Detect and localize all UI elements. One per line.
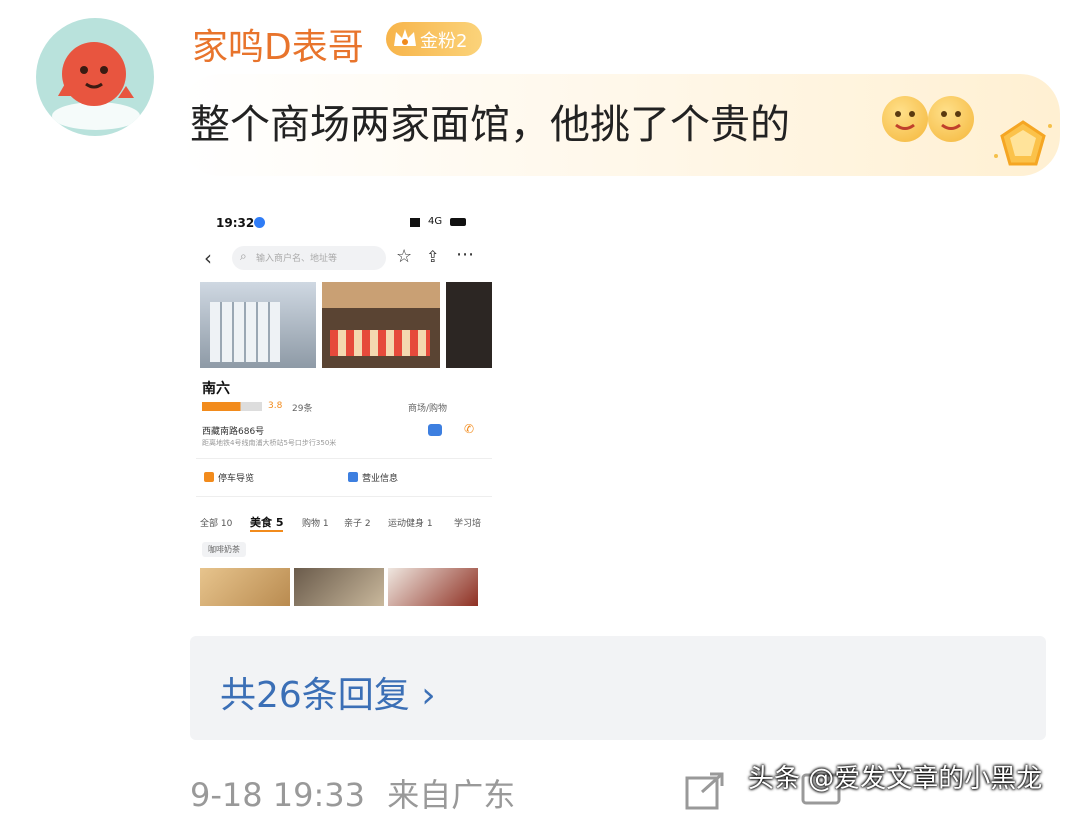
tab-family[interactable]: 亲子 2: [344, 516, 371, 529]
post-meta: 9-18 19:33 来自广东: [190, 770, 515, 816]
replies-link[interactable]: 共26条回复 ›: [220, 666, 436, 718]
tab-learning[interactable]: 学习培: [454, 516, 481, 529]
tab-shopping[interactable]: 购物 1: [302, 516, 329, 529]
venue-photo[interactable]: [200, 282, 316, 368]
drooling-emoji-icon: [928, 96, 974, 142]
avatar-illustration: [52, 42, 140, 130]
badge-label: 金粉2: [420, 31, 468, 52]
food-thumbnail[interactable]: [294, 568, 384, 606]
service-parking[interactable]: 停车导览: [218, 471, 254, 484]
signal-icon: [410, 218, 424, 227]
venue-address-detail: 距离地铁4号线南浦大桥站5号口步行350米: [202, 439, 337, 447]
post-date: 9-18 19:33: [190, 776, 366, 814]
venue-category[interactable]: 商场/购物: [408, 401, 447, 414]
more-icon[interactable]: ⋯: [456, 244, 474, 265]
filter-chip[interactable]: 咖啡奶茶: [202, 542, 246, 557]
divider: [196, 496, 492, 497]
business-info-icon: [348, 472, 358, 482]
food-thumbnail[interactable]: [200, 568, 290, 606]
navigate-icon[interactable]: [428, 424, 442, 436]
search-placeholder: 输入商户名、地址等: [256, 254, 338, 264]
replies-panel[interactable]: 共26条回复 ›: [190, 636, 1046, 740]
venue-name: 南六: [202, 381, 230, 397]
rating-stars: [202, 402, 262, 411]
fan-badge: 金粉2: [386, 22, 482, 56]
divider: [196, 458, 492, 459]
service-business-info[interactable]: 营业信息: [362, 471, 398, 484]
tab-food[interactable]: 美食 5: [250, 514, 284, 532]
watermark: 头条 @爱发文章的小黑龙: [748, 764, 1043, 794]
venue-photo[interactable]: [446, 282, 492, 368]
tab-all[interactable]: 全部 10: [200, 516, 232, 529]
food-thumbnail[interactable]: [388, 568, 478, 606]
comment-text: 整个商场两家面馆，他挑了个贵的: [190, 102, 790, 148]
share-icon[interactable]: [684, 770, 728, 810]
parking-icon: [204, 472, 214, 482]
search-input[interactable]: ⌕ 输入商户名、地址等: [232, 246, 386, 270]
venue-address: 西藏南路686号: [202, 427, 265, 437]
rating-value: 3.8: [268, 401, 283, 411]
favorite-star-icon[interactable]: ☆: [396, 246, 412, 267]
location-icon: [254, 217, 265, 228]
crown-icon: [394, 29, 416, 46]
user-avatar[interactable]: [36, 18, 154, 136]
username[interactable]: 家鸣D表哥: [192, 18, 364, 70]
share-icon[interactable]: ⇪: [426, 247, 439, 266]
battery-icon: [450, 218, 466, 226]
network-label: 4G: [428, 216, 443, 227]
status-time: 19:32: [216, 216, 255, 230]
post-location: 来自广东: [387, 776, 516, 814]
review-count: 29条: [292, 404, 313, 414]
tab-fitness[interactable]: 运动健身 1: [388, 516, 433, 529]
back-icon[interactable]: ‹: [204, 246, 212, 270]
search-icon: ⌕: [240, 249, 247, 263]
drooling-emoji-icon: [882, 96, 928, 142]
gem-decoration-icon: [994, 120, 1052, 166]
attached-screenshot[interactable]: 19:32 4G ‹ ⌕ 输入商户名、地址等 ☆ ⇪ ⋯ 南六 3.8 29条 …: [196, 204, 492, 616]
phone-icon[interactable]: ✆: [464, 422, 474, 436]
venue-photo[interactable]: [322, 282, 440, 368]
